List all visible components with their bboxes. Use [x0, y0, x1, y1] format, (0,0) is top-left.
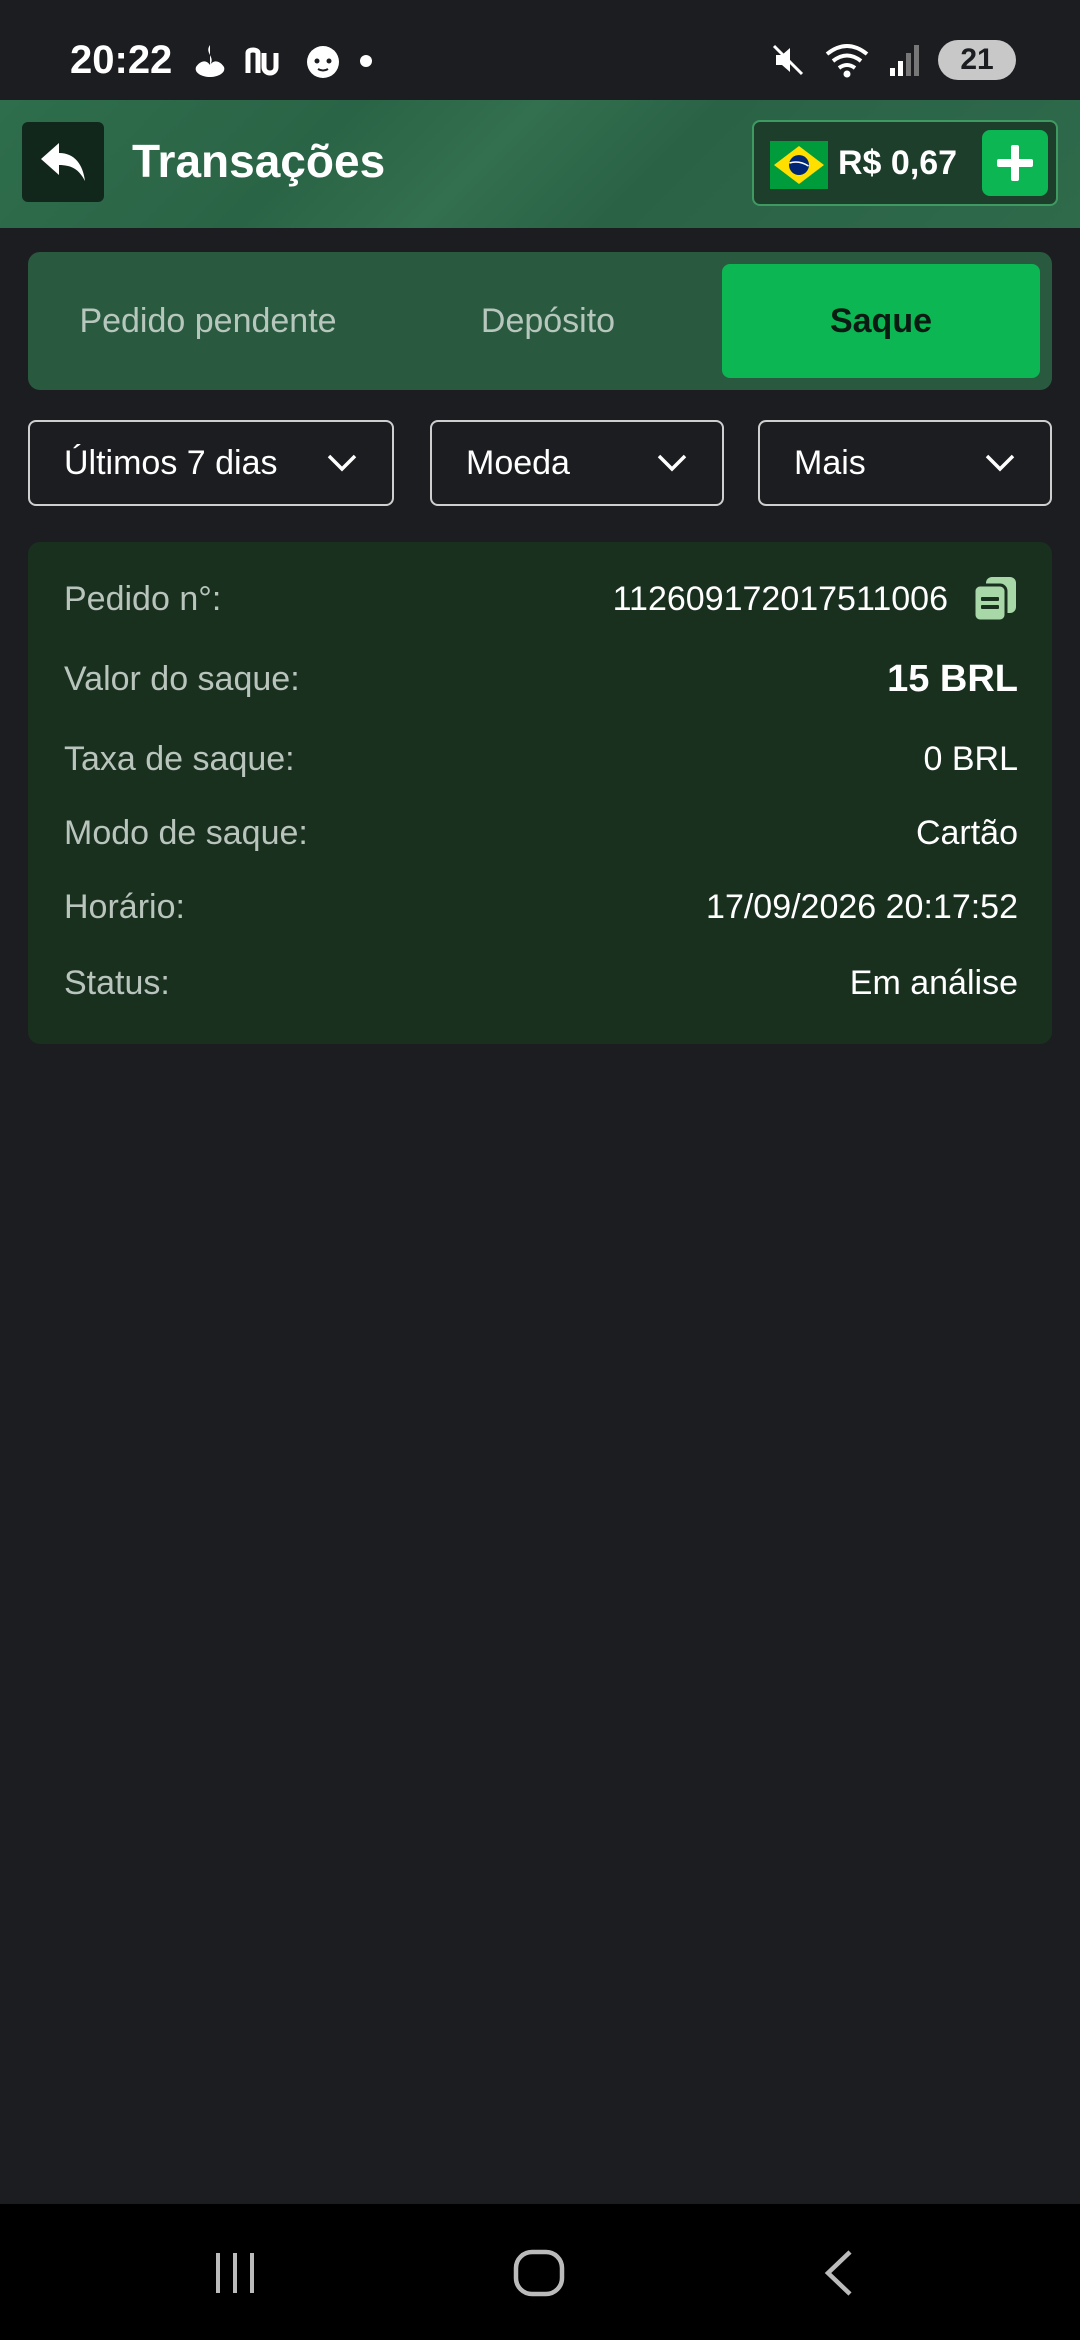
plus-icon — [997, 145, 1033, 181]
more-filter[interactable]: Mais — [758, 420, 1052, 506]
page-title: Transações — [132, 135, 386, 187]
withdrawal-fee-value: 0 BRL — [923, 739, 1019, 778]
tab-pending-order[interactable]: Pedido pendente — [40, 264, 376, 378]
status-row: Status: Em análise — [64, 958, 1018, 1008]
wifi-icon — [825, 44, 869, 78]
withdrawal-mode-label: Modo de saque: — [64, 813, 308, 852]
chevron-down-icon — [985, 454, 1015, 472]
balance-amount: R$ 0,67 — [838, 144, 958, 182]
chevron-down-icon — [657, 454, 687, 472]
tab-withdrawal[interactable]: Saque — [722, 264, 1040, 378]
battery-indicator: 21 — [938, 40, 1016, 80]
withdrawal-mode-value: Cartão — [915, 813, 1018, 852]
time-row: Horário: 17/09/2026 20:17:52 — [64, 882, 1018, 932]
status-time: 20:22 — [70, 38, 173, 82]
santander-icon — [195, 45, 225, 77]
status-value: Em análise — [849, 963, 1018, 1002]
home-icon[interactable] — [512, 2248, 566, 2298]
more-label: Mais — [794, 443, 866, 482]
order-number-label: Pedido n°: — [64, 579, 222, 618]
order-number-row: Pedido n°: 112609172017511006 — [64, 574, 1018, 624]
system-icons: 21 — [770, 40, 1016, 80]
transaction-tabs: Pedido pendente Depósito Saque — [28, 252, 1052, 390]
back-button[interactable] — [22, 122, 104, 202]
date-range-filter[interactable]: Últimos 7 dias — [28, 420, 394, 506]
currency-label: Moeda — [466, 443, 570, 482]
signal-icon — [890, 45, 919, 76]
copy-icon[interactable] — [972, 575, 1018, 623]
time-label: Horário: — [64, 887, 185, 926]
status-bar: 20:22 21 — [0, 0, 1080, 100]
status-label: Status: — [64, 963, 170, 1002]
app-header: Transações R$ 0,67 — [0, 100, 1080, 228]
back-nav-icon[interactable] — [818, 2248, 858, 2298]
order-number-value: 112609172017511006 — [612, 579, 948, 618]
notification-icons — [190, 42, 376, 80]
withdrawal-fee-row: Taxa de saque: 0 BRL — [64, 734, 1018, 784]
transaction-card: Pedido n°: 112609172017511006 Valor do s… — [28, 542, 1052, 1044]
chevron-down-icon — [327, 454, 357, 472]
back-arrow-icon — [41, 143, 85, 181]
withdrawal-amount-row: Valor do saque: 15 BRL — [64, 654, 1018, 704]
brazil-flag-icon — [770, 141, 828, 189]
dot-icon — [360, 55, 372, 67]
withdrawal-fee-label: Taxa de saque: — [64, 739, 295, 778]
tab-deposit[interactable]: Depósito — [384, 264, 712, 378]
date-range-label: Últimos 7 dias — [64, 443, 278, 482]
withdrawal-amount-value: 15 BRL — [887, 657, 1018, 700]
withdrawal-mode-row: Modo de saque: Cartão — [64, 808, 1018, 858]
balance-widget[interactable]: R$ 0,67 — [752, 120, 1058, 206]
mute-icon — [772, 44, 804, 76]
currency-filter[interactable]: Moeda — [430, 420, 724, 506]
deposit-plus-button[interactable] — [982, 130, 1048, 196]
withdrawal-amount-label: Valor do saque: — [64, 659, 300, 698]
baby-face-icon — [307, 46, 339, 78]
time-value: 17/09/2026 20:17:52 — [706, 887, 1018, 926]
nubank-icon — [245, 47, 279, 76]
recent-apps-icon[interactable] — [210, 2248, 260, 2298]
system-navigation-bar — [0, 2204, 1080, 2340]
